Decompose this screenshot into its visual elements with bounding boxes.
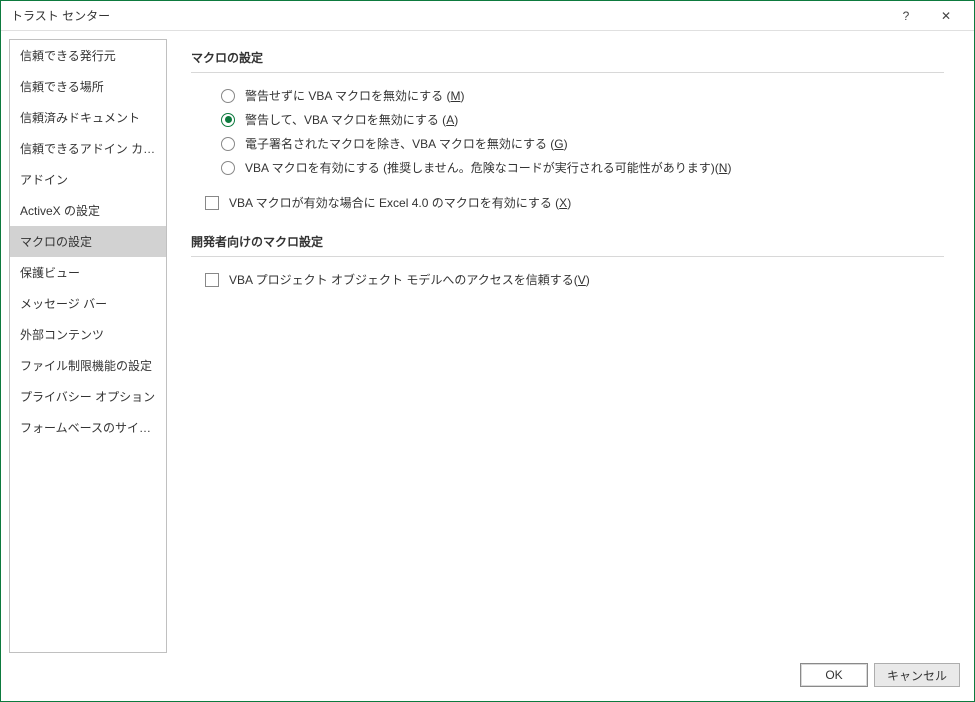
close-icon: ✕ [941, 9, 951, 23]
sidebar-item-9[interactable]: 外部コンテンツ [10, 319, 166, 350]
check-vba-project-row[interactable]: VBA プロジェクト オブジェクト モデルへのアクセスを信頼する(V) [191, 271, 944, 288]
content-panel: マクロの設定 警告せずに VBA マクロを無効にする (M) 警告して、VBA マ… [167, 39, 964, 653]
section-title-macro: マクロの設定 [191, 49, 944, 73]
radio-macro-3[interactable] [221, 161, 235, 175]
sidebar-item-2[interactable]: 信頼済みドキュメント [10, 102, 166, 133]
sidebar-item-11[interactable]: プライバシー オプション [10, 381, 166, 412]
radio-label-3[interactable]: VBA マクロを有効にする (推奨しません。危険なコードが実行される可能性があり… [245, 159, 731, 176]
macro-option-1[interactable]: 警告して、VBA マクロを無効にする (A) [221, 111, 944, 128]
sidebar-item-6[interactable]: マクロの設定 [10, 226, 166, 257]
macro-options: 警告せずに VBA マクロを無効にする (M) 警告して、VBA マクロを無効にす… [191, 87, 944, 176]
sidebar-item-4[interactable]: アドイン [10, 164, 166, 195]
sidebar: 信頼できる発行元信頼できる場所信頼済みドキュメント信頼できるアドイン カタログア… [9, 39, 167, 653]
sidebar-item-8[interactable]: メッセージ バー [10, 288, 166, 319]
titlebar: トラスト センター ? ✕ [1, 1, 974, 31]
sidebar-item-0[interactable]: 信頼できる発行元 [10, 40, 166, 71]
close-button[interactable]: ✕ [926, 2, 966, 30]
macro-option-0[interactable]: 警告せずに VBA マクロを無効にする (M) [221, 87, 944, 104]
radio-label-0[interactable]: 警告せずに VBA マクロを無効にする (M) [245, 87, 464, 104]
checkbox-vba-project-label[interactable]: VBA プロジェクト オブジェクト モデルへのアクセスを信頼する(V) [229, 271, 590, 288]
sidebar-item-1[interactable]: 信頼できる場所 [10, 71, 166, 102]
sidebar-item-7[interactable]: 保護ビュー [10, 257, 166, 288]
sidebar-item-5[interactable]: ActiveX の設定 [10, 195, 166, 226]
radio-macro-0[interactable] [221, 89, 235, 103]
cancel-button[interactable]: キャンセル [874, 663, 960, 687]
sidebar-item-10[interactable]: ファイル制限機能の設定 [10, 350, 166, 381]
section-title-dev: 開発者向けのマクロ設定 [191, 233, 944, 257]
help-button[interactable]: ? [886, 2, 926, 30]
check-excel4-row[interactable]: VBA マクロが有効な場合に Excel 4.0 のマクロを有効にする (X) [191, 194, 944, 211]
window-title: トラスト センター [11, 7, 886, 24]
sidebar-item-3[interactable]: 信頼できるアドイン カタログ [10, 133, 166, 164]
checkbox-excel4-label[interactable]: VBA マクロが有効な場合に Excel 4.0 のマクロを有効にする (X) [229, 194, 571, 211]
radio-label-1[interactable]: 警告して、VBA マクロを無効にする (A) [245, 111, 458, 128]
macro-option-2[interactable]: 電子署名されたマクロを除き、VBA マクロを無効にする (G) [221, 135, 944, 152]
footer: OK キャンセル [1, 653, 974, 701]
main-area: 信頼できる発行元信頼できる場所信頼済みドキュメント信頼できるアドイン カタログア… [1, 31, 974, 653]
radio-label-2[interactable]: 電子署名されたマクロを除き、VBA マクロを無効にする (G) [245, 135, 568, 152]
ok-button[interactable]: OK [800, 663, 868, 687]
radio-macro-1[interactable] [221, 113, 235, 127]
macro-option-3[interactable]: VBA マクロを有効にする (推奨しません。危険なコードが実行される可能性があり… [221, 159, 944, 176]
checkbox-vba-project[interactable] [205, 273, 219, 287]
help-icon: ? [903, 9, 910, 23]
checkbox-excel4[interactable] [205, 196, 219, 210]
sidebar-item-12[interactable]: フォームベースのサインイン [10, 412, 166, 443]
radio-macro-2[interactable] [221, 137, 235, 151]
